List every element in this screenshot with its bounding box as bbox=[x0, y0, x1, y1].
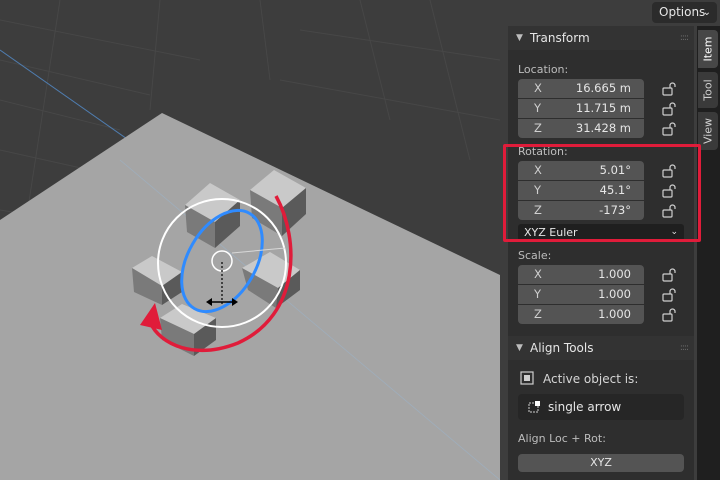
lock-open-icon[interactable] bbox=[662, 122, 678, 136]
location-label: Location: bbox=[518, 63, 569, 76]
location-x-field[interactable]: X 16.665 m bbox=[518, 79, 644, 98]
sidebar-tabs: Item Tool View bbox=[697, 26, 720, 480]
axis-label: Y bbox=[534, 287, 542, 301]
axis-label: Z bbox=[534, 307, 542, 321]
lock-open-icon[interactable] bbox=[662, 268, 678, 282]
align-tools-panel-header[interactable]: ▼ Align Tools :::: bbox=[508, 336, 694, 360]
transform-title: Transform bbox=[530, 31, 590, 45]
chevron-down-icon: ▼ bbox=[516, 33, 523, 43]
field-value: 1.000 bbox=[598, 307, 631, 321]
lock-open-icon[interactable] bbox=[662, 102, 678, 116]
tab-item[interactable]: Item bbox=[698, 30, 718, 68]
axis-label: Y bbox=[534, 101, 542, 115]
align-loc-rot-label: Align Loc + Rot: bbox=[518, 432, 606, 445]
field-value: 11.715 m bbox=[575, 101, 631, 115]
options-label: Options bbox=[659, 5, 706, 19]
3d-viewport[interactable] bbox=[0, 0, 500, 480]
options-dropdown[interactable]: Options ⌄ bbox=[652, 2, 717, 23]
tab-item-label: Item bbox=[701, 36, 715, 62]
align-tools-title: Align Tools bbox=[530, 341, 594, 355]
sidebar-panel: ▼ Transform :::: Location: X 16.665 m Y … bbox=[508, 26, 694, 480]
viewport-scene bbox=[0, 0, 500, 480]
scale-label: Scale: bbox=[518, 249, 552, 262]
transform-panel-header[interactable]: ▼ Transform :::: bbox=[508, 26, 694, 50]
object-data-icon bbox=[528, 401, 540, 413]
scale-x-field[interactable]: X 1.000 bbox=[518, 265, 644, 284]
location-z-field[interactable]: Z 31.428 m bbox=[518, 119, 644, 138]
drag-handle-icon[interactable]: :::: bbox=[680, 336, 689, 360]
location-y-field[interactable]: Y 11.715 m bbox=[518, 99, 644, 118]
lock-open-icon[interactable] bbox=[662, 308, 678, 322]
active-object-label: Active object is: bbox=[543, 372, 639, 386]
active-object-name: single arrow bbox=[548, 400, 622, 414]
chevron-down-icon: ⌄ bbox=[702, 7, 711, 18]
drag-handle-icon[interactable]: :::: bbox=[680, 26, 689, 50]
field-value: 1.000 bbox=[598, 267, 631, 281]
lock-open-icon[interactable] bbox=[662, 288, 678, 302]
field-value: 16.665 m bbox=[575, 81, 631, 95]
rotation-highlight-box bbox=[503, 144, 701, 242]
tab-tool-label: Tool bbox=[701, 79, 715, 101]
axis-label: Z bbox=[534, 121, 542, 135]
chevron-down-icon: ▼ bbox=[516, 343, 523, 353]
scale-y-field[interactable]: Y 1.000 bbox=[518, 285, 644, 304]
axis-label: X bbox=[534, 81, 542, 95]
axis-label: X bbox=[534, 267, 542, 281]
active-object-icon bbox=[520, 371, 534, 385]
ground-plane[interactable] bbox=[0, 113, 500, 480]
lock-open-icon[interactable] bbox=[662, 82, 678, 96]
align-xyz-button[interactable]: XYZ bbox=[518, 454, 684, 472]
scale-z-field[interactable]: Z 1.000 bbox=[518, 305, 644, 324]
field-value: 1.000 bbox=[598, 287, 631, 301]
tab-view[interactable]: View bbox=[698, 112, 718, 150]
tab-tool[interactable]: Tool bbox=[698, 72, 718, 108]
active-object-field[interactable]: single arrow bbox=[518, 394, 684, 420]
tab-view-label: View bbox=[701, 117, 715, 145]
field-value: 31.428 m bbox=[575, 121, 631, 135]
